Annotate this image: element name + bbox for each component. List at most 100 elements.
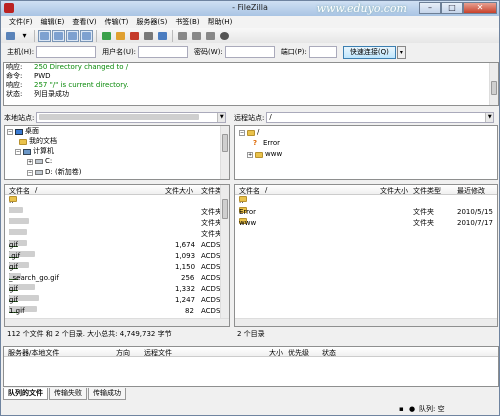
list-item[interactable]: 1.gif 82 ACDS [5,306,229,316]
local-list-hscrollbar[interactable] [5,318,229,326]
file-type: ACDS [201,263,221,271]
username-input[interactable] [138,46,189,58]
list-item[interactable]: .. [5,196,229,206]
list-item[interactable]: gif 1,332 ACDS [5,284,229,294]
search-icon[interactable] [218,30,231,42]
list-item[interactable]: gif 1,150 ACDS [5,262,229,272]
toggle-local-tree-button[interactable] [52,29,65,42]
tab-queued-files[interactable]: 队列的文件 [3,388,48,400]
tree-node-documents[interactable]: 我的文档 [19,137,57,146]
log-key: 状态: [6,90,23,98]
local-tree: − 桌面 我的文档 − 计算机 + C: − D: (新加卷) [4,125,230,180]
tree-node-computer[interactable]: − 计算机 [15,147,54,156]
list-item[interactable]: 文件夹 [5,229,229,239]
remote-list-hscrollbar[interactable] [235,318,497,326]
list-item[interactable]: 文件夹 [5,207,229,217]
minimize-button[interactable]: – [419,2,441,14]
tab-successful-transfers[interactable]: 传输成功 [88,388,126,400]
local-list-scrollbar[interactable] [220,185,229,320]
menu-bookmarks[interactable]: 书签(B) [171,16,203,28]
col-type-header[interactable]: 文件类 [201,186,222,196]
list-item[interactable]: .gif 1,093 ACDS [5,251,229,261]
tree-node-desktop[interactable]: − 桌面 [7,127,39,136]
quickconnect-button[interactable]: 快速连接(Q) [342,45,396,59]
col-type-header[interactable]: 文件类型 [413,186,441,196]
site-manager-button[interactable] [4,30,17,42]
list-item[interactable]: www 文件夹 2010/7/17 [235,218,497,228]
tree-node-label: Error [263,139,281,147]
tree-node-root[interactable]: − / [239,128,259,137]
col-status-header[interactable]: 状态 [322,348,336,358]
list-item[interactable]: .. [235,196,497,206]
tab-failed-transfers[interactable]: 传输失败 [49,388,87,400]
drive-icon [35,159,43,164]
chevron-down-icon[interactable]: ▼ [485,113,494,122]
log-key: 响应: [6,63,23,71]
file-name: .. [239,197,244,205]
reconnect-icon[interactable] [156,30,169,42]
menu-edit[interactable]: 编辑(E) [37,16,69,28]
tree-node-drive-d[interactable]: − D: (新加卷) [27,168,81,177]
list-item[interactable]: 文件夹 [5,218,229,228]
col-direction-header[interactable]: 方向 [116,348,130,358]
quickconnect-bar: 主机(H): 用户名(U): 密码(W): 端口(P): 快速连接(Q) ▾ [1,44,499,60]
host-label: 主机(H): [7,48,35,56]
refresh-icon[interactable] [100,30,113,42]
file-name: gif [9,241,18,249]
file-type: 文件夹 [201,219,222,227]
col-name-header[interactable]: 文件名 [9,186,30,196]
list-item[interactable]: gif 1,674 ACDS [5,240,229,250]
menu-file[interactable]: 文件(F) [5,16,37,28]
tree-node-drive-c[interactable]: + C: [27,157,52,166]
remote-site-combo[interactable]: / ▼ [266,112,495,123]
disconnect-icon[interactable] [142,30,155,42]
file-modified: 2010/5/15 [457,208,493,216]
maximize-button[interactable]: □ [441,2,463,14]
list-item[interactable]: Error 文件夹 2010/5/15 [235,207,497,217]
local-list-header: 文件名 / 文件大小 文件类 [5,185,229,195]
menu-help[interactable]: 帮助(H) [204,16,237,28]
close-button[interactable]: ✕ [463,2,497,14]
col-size-header[interactable]: 大小 [269,348,283,358]
local-site-label: 本地站点: [4,113,35,122]
toggle-queue-button[interactable] [80,29,93,42]
toggle-remote-tree-button[interactable] [66,29,79,42]
password-input[interactable] [224,46,275,58]
log-value: PWD [34,72,51,80]
col-remote-header[interactable]: 远程文件 [144,348,172,358]
menu-view[interactable]: 查看(V) [68,16,100,28]
tree-node-label: 桌面 [25,127,39,135]
col-priority-header[interactable]: 优先级 [288,348,309,358]
quickconnect-dropdown[interactable]: ▾ [396,45,406,59]
filter-icon[interactable] [176,30,189,42]
sync-browse-icon[interactable] [204,30,217,42]
remote-list-header: 文件名 / 文件大小 文件类型 最近修改 [235,185,497,195]
list-item[interactable]: gif 1,247 ACDS [5,295,229,305]
host-input[interactable] [36,46,97,58]
file-type: ACDS [201,252,221,260]
col-modified-header[interactable]: 最近修改 [457,186,485,196]
tree-node-label: 我的文档 [29,137,57,145]
file-name: gif [9,263,18,271]
local-site-combo[interactable]: ▼ [36,112,227,123]
chevron-down-icon[interactable]: ▼ [217,113,226,122]
tree-node-error[interactable]: ? Error [253,139,280,148]
col-size-header[interactable]: 文件大小 [165,186,193,196]
port-input[interactable] [308,46,337,58]
col-server-header[interactable]: 服务器/本地文件 [8,348,59,358]
menu-server[interactable]: 服务器(S) [132,16,171,28]
col-size-header[interactable]: 文件大小 [380,186,408,196]
cancel-icon[interactable] [128,30,141,42]
list-item[interactable]: _search_go.gif 256 ACDS [5,273,229,283]
transfer-led-icon: ● [409,405,416,413]
process-queue-icon[interactable] [114,30,127,42]
menu-transfer[interactable]: 传输(T) [101,16,133,28]
log-scrollbar[interactable] [489,63,498,105]
compare-icon[interactable] [190,30,203,42]
log-key: 命令: [6,72,23,80]
tree-node-www[interactable]: + www [247,150,282,159]
site-manager-dropdown[interactable]: ▾ [18,30,31,42]
local-tree-scrollbar[interactable] [220,126,229,179]
col-name-header[interactable]: 文件名 [239,186,260,196]
toggle-log-button[interactable] [38,29,51,42]
